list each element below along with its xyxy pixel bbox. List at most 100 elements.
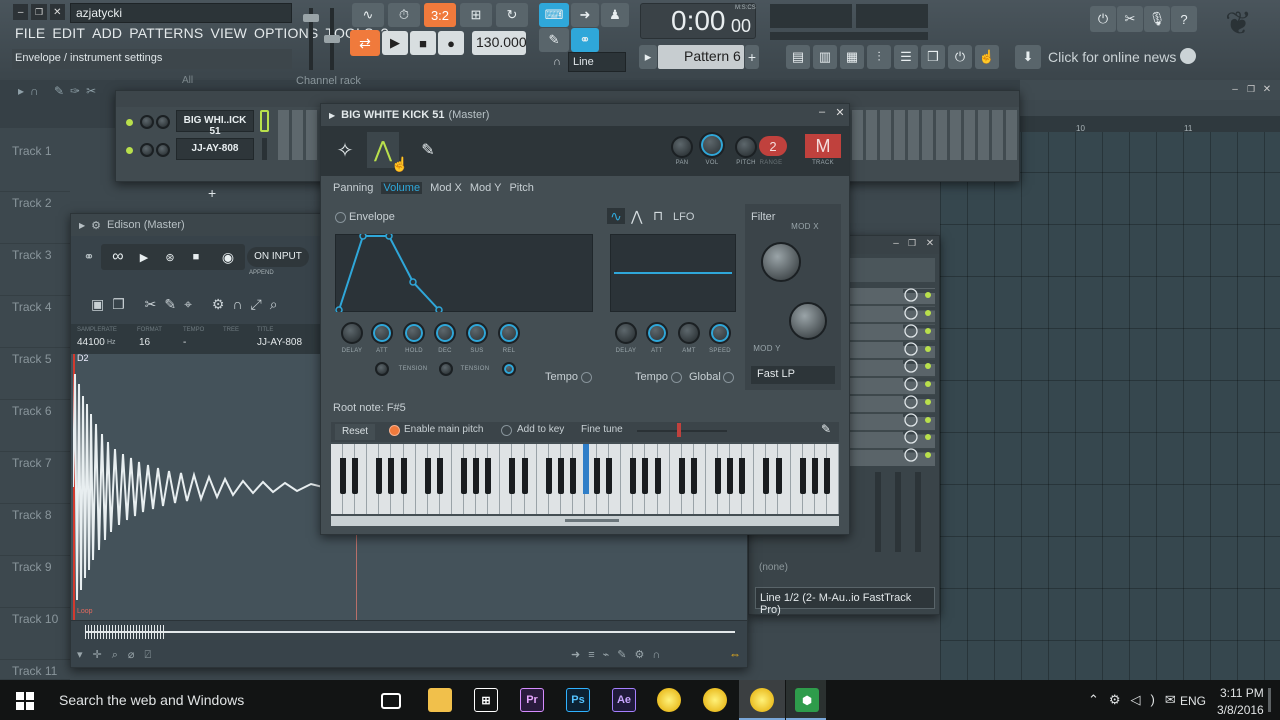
black-key[interactable] (739, 458, 746, 494)
wait-input-icon[interactable]: ⏱ (388, 3, 420, 27)
lfo-triangle-icon[interactable]: ⋀ (631, 208, 642, 225)
pattern-selector[interactable]: Pattern 6 (658, 45, 744, 69)
mixer-track-button[interactable]: M (805, 134, 841, 158)
lfo-amount-knob[interactable] (678, 322, 700, 344)
black-key[interactable] (715, 458, 722, 494)
mixer-restore-icon[interactable]: ❐ (905, 238, 919, 249)
menu-add[interactable]: ADD (92, 25, 122, 41)
playlist-tools-icon[interactable]: ▸∩ ✎✑✂ (18, 84, 102, 98)
menu-edit[interactable]: EDIT (52, 25, 85, 41)
pitch-knob[interactable] (735, 136, 757, 158)
menu-view[interactable]: VIEW (210, 25, 247, 41)
black-key[interactable] (823, 458, 830, 494)
tab-pitch[interactable]: Pitch (509, 182, 533, 194)
global-toggle[interactable] (723, 372, 734, 383)
brush-icon[interactable]: ✎ (539, 28, 569, 52)
append-label[interactable]: APPEND (249, 270, 274, 276)
window-arrow-icon[interactable]: ▶ (329, 111, 335, 120)
env-sustain-knob[interactable] (466, 322, 488, 344)
mixer-faders[interactable] (875, 472, 935, 552)
channel-pan-knob[interactable] (140, 115, 154, 129)
black-key[interactable] (811, 458, 818, 494)
add-pattern-icon[interactable]: + (745, 45, 759, 69)
tab-mod-x[interactable]: Mod X (430, 182, 462, 194)
microphone-icon[interactable]: 🎙 (1144, 6, 1170, 32)
plugin-close-icon[interactable]: ✕ (833, 106, 847, 119)
arrow-right-icon[interactable]: ⇔ (729, 647, 741, 661)
after-effects-icon[interactable]: Ae (612, 688, 636, 712)
add-channel-button[interactable]: + (208, 185, 216, 201)
black-key[interactable] (569, 458, 576, 494)
step-edit-icon[interactable]: ⊞ (460, 3, 492, 27)
fl-studio-active-icon[interactable] (750, 688, 774, 712)
black-key[interactable] (606, 458, 613, 494)
download-icon[interactable]: ⬇ (1015, 45, 1041, 69)
add-to-key-toggle[interactable] (501, 425, 512, 436)
tab-mod-y[interactable]: Mod Y (470, 182, 502, 194)
lfo-tempo-toggle[interactable] (671, 372, 682, 383)
lfo-sine-icon[interactable]: ∿ (607, 208, 625, 224)
track-header[interactable]: Track 2 (0, 192, 70, 244)
task-view-icon[interactable] (381, 693, 401, 709)
channel-name-button[interactable]: JJ-AY-808 (176, 138, 254, 160)
news-link[interactable]: Click for online news (1048, 49, 1176, 65)
channel-selected-indicator[interactable] (260, 110, 269, 132)
black-key[interactable] (485, 458, 492, 494)
env-delay-knob[interactable] (341, 322, 363, 344)
black-key[interactable] (376, 458, 383, 494)
black-key[interactable] (545, 458, 552, 494)
env-release-knob[interactable] (498, 322, 520, 344)
stop-icon[interactable]: ■ (185, 246, 207, 268)
black-key[interactable] (557, 458, 564, 494)
plug-icon[interactable]: ⏻ (948, 45, 972, 69)
black-key[interactable] (594, 458, 601, 494)
waveform-tab-icon[interactable]: ✧ (331, 136, 359, 164)
decay-tension-knob[interactable] (439, 362, 453, 376)
format-value[interactable]: 16 (139, 337, 150, 348)
env-decay-knob[interactable] (434, 322, 456, 344)
channel-led-icon[interactable] (126, 147, 133, 154)
help-icon[interactable]: ? (1171, 6, 1197, 32)
language-indicator[interactable]: ENG (1180, 694, 1206, 708)
mixer-minimize-icon[interactable]: – (889, 238, 903, 249)
windows-start-icon[interactable] (16, 692, 34, 710)
tempo-value[interactable]: - (183, 337, 186, 348)
touch-icon[interactable]: ☝ (975, 45, 999, 69)
range-value[interactable]: 2 (759, 136, 787, 156)
lfo-square-icon[interactable]: ⊓ (653, 208, 663, 224)
track-header[interactable]: Track 3 (0, 244, 70, 296)
play-icon[interactable]: ▶ (133, 246, 155, 268)
menu-file[interactable]: FILE (15, 25, 45, 41)
magnet-icon[interactable]: ∩ (553, 56, 561, 68)
piano-tool-icon[interactable]: ✎ (821, 422, 831, 436)
volume-handle-icon[interactable] (303, 14, 319, 22)
track-header[interactable]: Track 11 (0, 660, 70, 680)
playlist-restore-icon[interactable]: ❐ (1244, 82, 1258, 96)
edison-bottom-tools-right[interactable]: ➜≡⌁✎⚙∩ (571, 648, 668, 661)
black-key[interactable] (630, 458, 637, 494)
black-key[interactable] (763, 458, 770, 494)
filter-resonance-knob[interactable] (789, 302, 827, 340)
on-input-button[interactable]: ON INPUT (247, 247, 309, 267)
taskbar-search[interactable]: Search the web and Windows (59, 692, 244, 708)
plugin-minimize-icon[interactable]: – (815, 106, 829, 118)
black-key[interactable] (461, 458, 468, 494)
channel-vol-knob[interactable] (156, 143, 170, 157)
env-tempo-toggle[interactable] (581, 372, 592, 383)
tempo-display[interactable]: 130.000 (472, 31, 527, 55)
track-header[interactable]: Track 5 (0, 348, 70, 400)
metronome-icon[interactable]: ∿ (352, 3, 384, 27)
track-header[interactable]: Track 1 (0, 140, 70, 192)
channel-vol-knob[interactable] (156, 115, 170, 129)
play-button[interactable]: ▶ (382, 31, 408, 55)
playlist-minimize-icon[interactable]: – (1228, 82, 1242, 96)
black-key[interactable] (678, 458, 685, 494)
env-hold-knob[interactable] (403, 322, 425, 344)
black-key[interactable] (654, 458, 661, 494)
mixer-slot-list[interactable] (849, 258, 935, 282)
black-key[interactable] (424, 458, 431, 494)
record-icon[interactable]: ◉ (217, 246, 239, 268)
black-key[interactable] (799, 458, 806, 494)
link-icon[interactable]: ⚭ (79, 246, 99, 268)
volume-knob[interactable] (699, 132, 725, 158)
